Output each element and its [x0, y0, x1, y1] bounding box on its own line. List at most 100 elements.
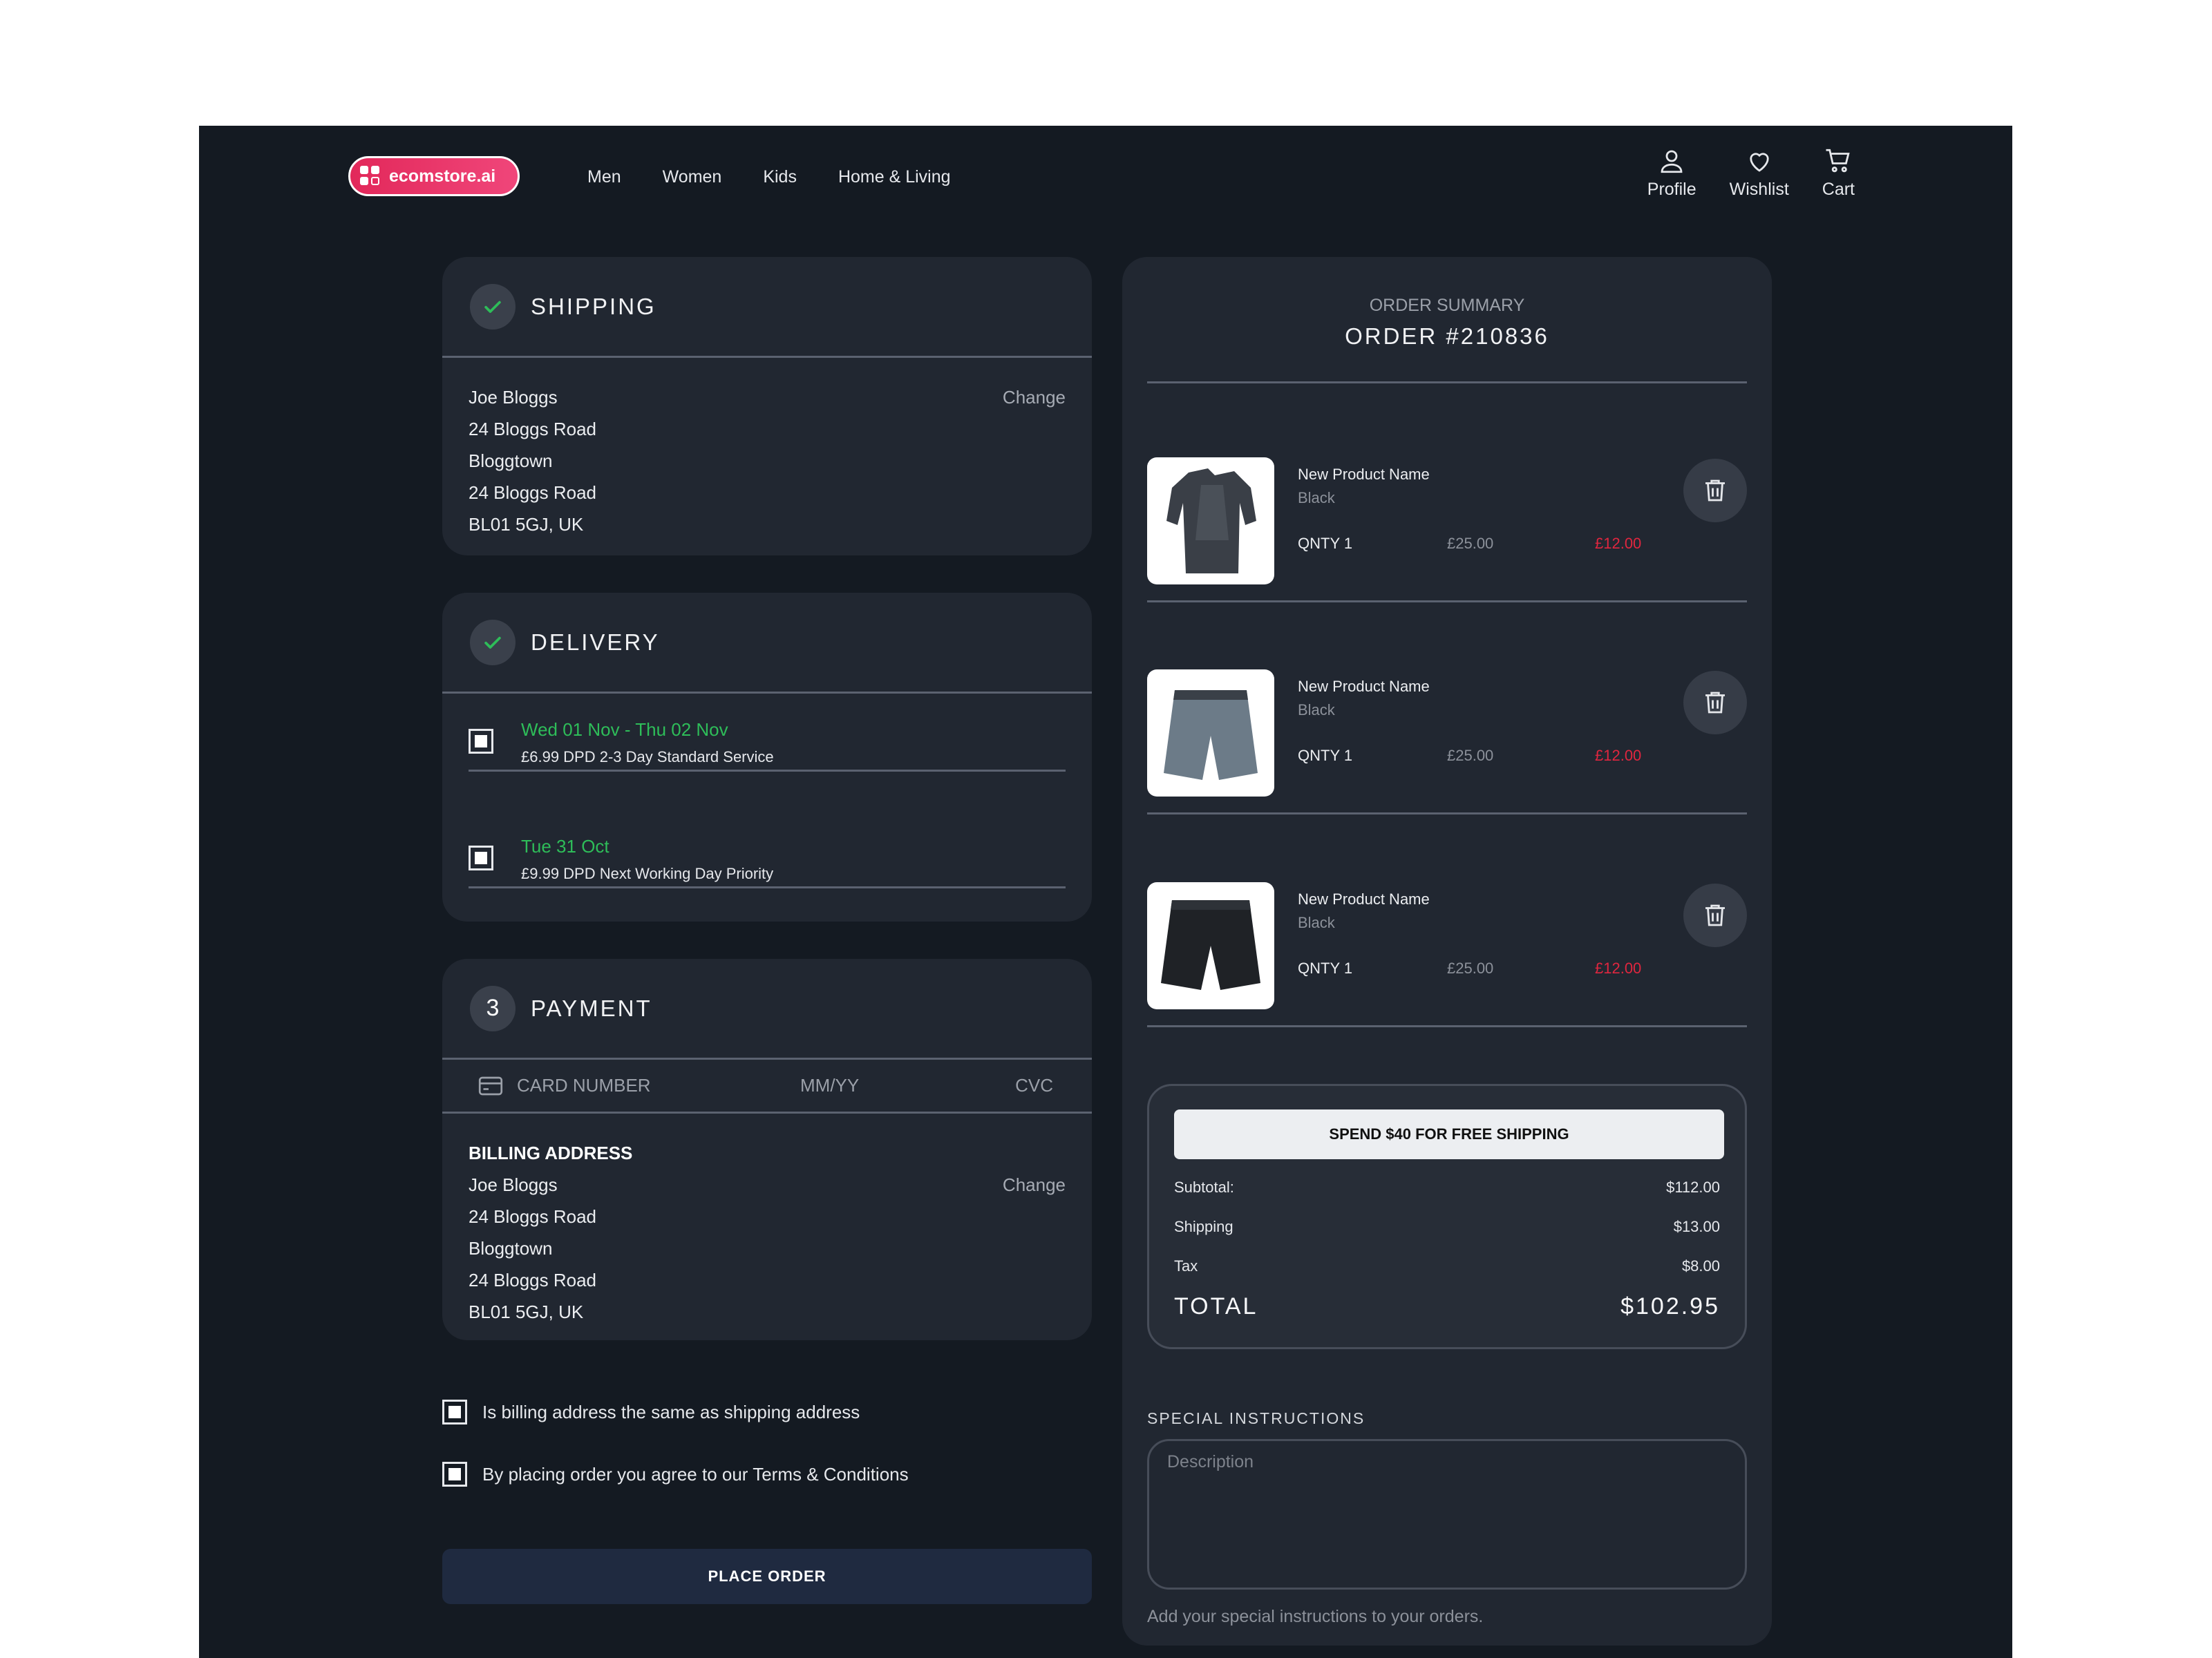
cart-item: New Product Name Black QNTY 1 £25.00 £12… [1147, 457, 1747, 602]
card-number-input[interactable]: CARD NUMBER [517, 1075, 651, 1096]
shipping-value: $13.00 [1673, 1218, 1720, 1235]
address-line: 24 Bloggs Road [469, 419, 597, 439]
shipping-header: SHIPPING [442, 257, 1092, 358]
payment-title: PAYMENT [531, 995, 652, 1021]
product-image[interactable] [1147, 457, 1274, 584]
change-billing-link[interactable]: Change [1003, 1169, 1066, 1201]
trash-icon [1705, 904, 1725, 926]
cart-item: New Product Name Black QNTY 1 £25.00 £12… [1147, 882, 1747, 1027]
product-name: New Product Name [1298, 678, 1430, 695]
trash-icon [1705, 479, 1725, 502]
delivery-date: Tue 31 Oct [521, 836, 609, 857]
terms-checkbox[interactable] [442, 1462, 467, 1487]
delivery-option[interactable]: Tue 31 Oct £9.99 DPD Next Working Day Pr… [469, 812, 1066, 888]
product-color: Black [1298, 701, 1335, 718]
change-shipping-link[interactable]: Change [1003, 381, 1066, 413]
delivery-description: £9.99 DPD Next Working Day Priority [521, 865, 774, 882]
totals-panel: SPEND $40 FOR FREE SHIPPING Subtotal: $1… [1147, 1084, 1747, 1349]
remove-item-button[interactable] [1683, 459, 1747, 522]
cart-label: Cart [1822, 180, 1855, 199]
total-value: $102.95 [1620, 1293, 1720, 1319]
same-address-option[interactable]: Is billing address the same as shipping … [442, 1400, 860, 1424]
shipping-address: Joe Bloggs 24 Bloggs Road Bloggtown 24 B… [442, 358, 1092, 540]
subtotal-value: $112.00 [1666, 1179, 1720, 1196]
logo-text: ecomstore.ai [389, 166, 496, 186]
address-line: Bloggtown [469, 1238, 553, 1259]
delivery-card: DELIVERY Wed 01 Nov - Thu 02 Nov £6.99 D… [442, 593, 1092, 922]
order-number: ORDER #210836 [1345, 323, 1549, 349]
delivery-description: £6.99 DPD 2-3 Day Standard Service [521, 748, 774, 765]
product-image[interactable] [1147, 669, 1274, 797]
check-icon [470, 283, 516, 330]
product-price: £25.00 [1447, 747, 1494, 764]
total-row: TOTAL $102.95 [1174, 1293, 1720, 1320]
delivery-option[interactable]: Wed 01 Nov - Thu 02 Nov £6.99 DPD 2-3 Da… [469, 696, 1066, 772]
profile-button[interactable]: Profile [1647, 146, 1696, 200]
product-sale-price: £12.00 [1595, 535, 1642, 552]
place-order-button[interactable]: PLACE ORDER [442, 1549, 1092, 1604]
product-sale-price: £12.00 [1595, 747, 1642, 764]
remove-item-button[interactable] [1683, 884, 1747, 947]
delivery-option-checkbox[interactable] [469, 846, 493, 870]
total-label: TOTAL [1174, 1293, 1258, 1319]
expiry-input[interactable]: MM/YY [800, 1075, 859, 1096]
shipping-label: Shipping [1174, 1218, 1233, 1235]
checkout-page: ecomstore.ai Men Women Kids Home & Livin… [199, 126, 2012, 1658]
special-instructions-help: Add your special instructions to your or… [1147, 1607, 1484, 1626]
nav-home-living[interactable]: Home & Living [838, 162, 951, 192]
user-icon [1661, 150, 1683, 173]
tax-row: Tax $8.00 [1174, 1257, 1720, 1275]
remove-item-button[interactable] [1683, 671, 1747, 734]
cart-icon [1826, 149, 1851, 173]
delivery-option-checkbox[interactable] [469, 729, 493, 754]
delivery-header: DELIVERY [442, 593, 1092, 694]
wishlist-label: Wishlist [1729, 180, 1789, 199]
logo[interactable]: ecomstore.ai [348, 156, 520, 196]
delivery-title: DELIVERY [531, 629, 660, 655]
tax-value: $8.00 [1681, 1257, 1720, 1275]
order-summary: ORDER SUMMARY ORDER #210836 New Product … [1122, 257, 1772, 1646]
nav-men[interactable]: Men [587, 162, 621, 192]
product-name: New Product Name [1298, 466, 1430, 483]
same-address-label: Is billing address the same as shipping … [482, 1401, 860, 1422]
product-name: New Product Name [1298, 890, 1430, 908]
terms-label: By placing order you agree to our Terms … [482, 1463, 909, 1485]
credit-card-icon [478, 1076, 503, 1096]
shipping-title: SHIPPING [531, 293, 656, 319]
divider [1147, 381, 1747, 383]
step-number: 3 [470, 985, 516, 1031]
card-details-row[interactable]: CARD NUMBER MM/YY CVC [442, 1060, 1092, 1114]
payment-header: 3 PAYMENT [442, 959, 1092, 1060]
nav-women[interactable]: Women [663, 162, 722, 192]
product-quantity: QNTY 1 [1298, 535, 1353, 552]
shipping-card: SHIPPING Joe Bloggs 24 Bloggs Road Blogg… [442, 257, 1092, 555]
shipping-row: Shipping $13.00 [1174, 1218, 1720, 1236]
product-color: Black [1298, 489, 1335, 506]
delivery-date: Wed 01 Nov - Thu 02 Nov [521, 719, 728, 740]
address-line: 24 Bloggs Road [469, 482, 597, 503]
logo-mark-icon [360, 166, 381, 187]
trash-icon [1705, 692, 1725, 714]
cart-item: New Product Name Black QNTY 1 £25.00 £12… [1147, 669, 1747, 814]
check-icon [470, 619, 516, 665]
same-address-checkbox[interactable] [442, 1400, 467, 1424]
wishlist-button[interactable]: Wishlist [1730, 146, 1789, 200]
product-color: Black [1298, 914, 1335, 931]
product-sale-price: £12.00 [1595, 960, 1642, 977]
cvc-input[interactable]: CVC [1015, 1075, 1053, 1096]
product-quantity: QNTY 1 [1298, 747, 1353, 764]
cart-button[interactable]: Cart [1822, 146, 1855, 200]
nav-kids[interactable]: Kids [763, 162, 797, 192]
profile-label: Profile [1647, 180, 1696, 199]
free-shipping-banner: SPEND $40 FOR FREE SHIPPING [1174, 1109, 1724, 1159]
order-summary-label: ORDER SUMMARY [1369, 296, 1525, 315]
product-image[interactable] [1147, 882, 1274, 1009]
terms-option[interactable]: By placing order you agree to our Terms … [442, 1462, 909, 1487]
main-nav: Men Women Kids Home & Living [587, 162, 951, 192]
tax-label: Tax [1174, 1257, 1198, 1275]
billing-address: BILLING ADDRESS Joe Bloggs 24 Bloggs Roa… [442, 1114, 1092, 1328]
address-line: 24 Bloggs Road [469, 1206, 597, 1227]
address-line: 24 Bloggs Road [469, 1270, 597, 1290]
special-instructions-input[interactable] [1147, 1439, 1747, 1590]
subtotal-row: Subtotal: $112.00 [1174, 1179, 1720, 1197]
